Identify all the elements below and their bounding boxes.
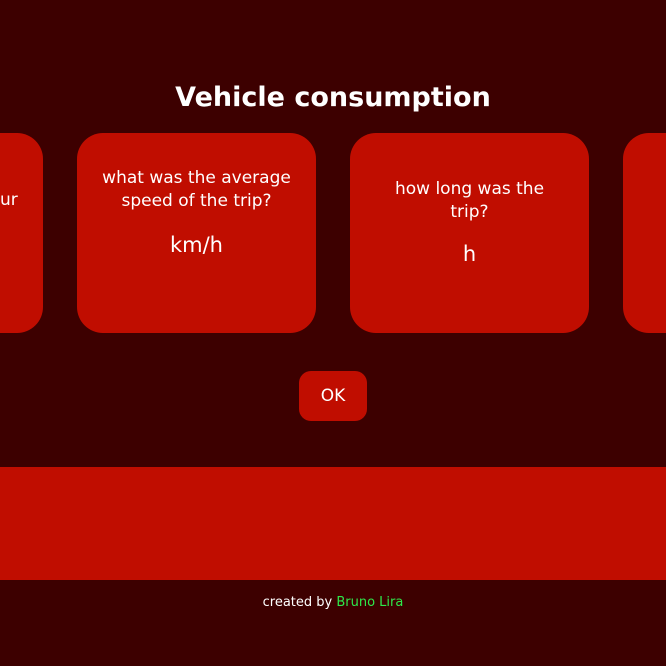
question-text: what was the average speed of the trip? <box>102 168 291 211</box>
question-card-trip-duration[interactable]: how long was the trip? h <box>350 133 589 333</box>
author-link[interactable]: Bruno Lira <box>336 595 403 610</box>
unit-label: h <box>462 242 477 266</box>
page-title: Vehicle consumption <box>175 82 491 113</box>
question-card-partial-right[interactable] <box>623 133 666 333</box>
footer: created by Bruno Lira <box>0 595 666 610</box>
question-text: how long was the trip? <box>394 179 545 222</box>
footer-prefix: created by <box>262 595 337 610</box>
question-text: ur <box>0 190 18 210</box>
unit-label: km/h <box>169 233 223 257</box>
result-panel <box>0 467 666 580</box>
question-card-average-speed[interactable]: what was the average speed of the trip? … <box>77 133 316 333</box>
ok-button[interactable]: OK <box>299 371 367 421</box>
question-card-partial-left[interactable]: ur <box>0 133 43 333</box>
